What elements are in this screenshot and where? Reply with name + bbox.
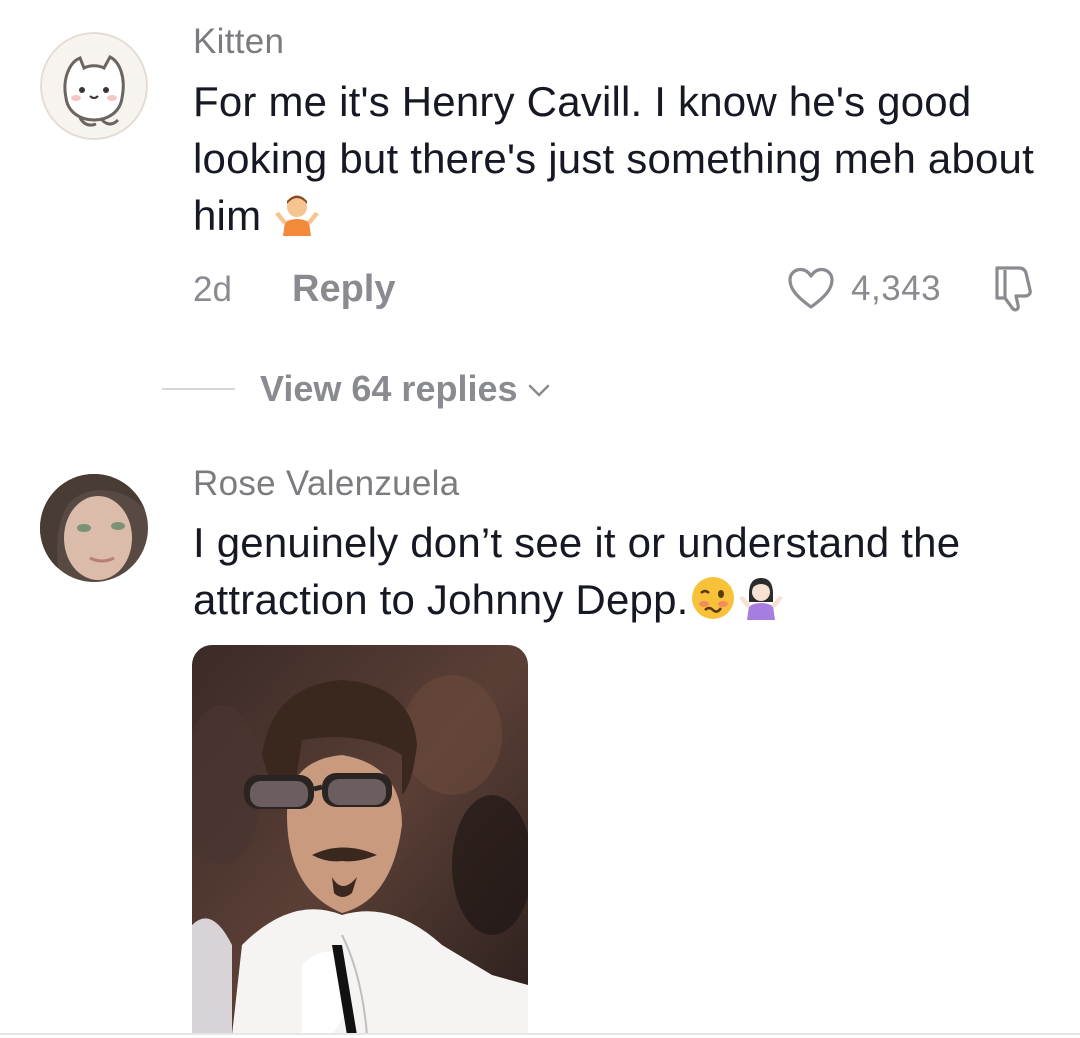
reply-button[interactable]: Reply xyxy=(292,268,395,311)
comment-username[interactable]: Kitten xyxy=(193,22,284,62)
user-photo-avatar-icon xyxy=(40,474,148,582)
comment-photo-attachment[interactable] xyxy=(192,645,528,1035)
dislike-button[interactable] xyxy=(988,262,1036,319)
thumbs-down-icon xyxy=(995,266,1032,312)
avatar-rose-valenzuela[interactable] xyxy=(40,474,148,582)
comment-actions: 2d Reply 4,343 xyxy=(193,266,1048,312)
photo-man-in-sunglasses-icon xyxy=(192,645,528,1035)
view-replies-toggle[interactable]: View 64 replies xyxy=(162,366,550,412)
comment-time: 2d xyxy=(193,270,232,309)
person-shrugging-emoji xyxy=(273,190,321,238)
comment-body: I genuinely don’t see it or understand t… xyxy=(193,519,961,623)
avatar-kitten[interactable] xyxy=(40,32,148,140)
comment-username[interactable]: Rose Valenzuela xyxy=(193,464,460,504)
comment-text: For me it's Henry Cavill. I know he's go… xyxy=(193,73,1053,244)
bottom-divider xyxy=(0,1033,1080,1035)
view-replies-label: View 64 replies xyxy=(260,368,518,409)
chevron-down-icon xyxy=(528,384,549,397)
heart-icon xyxy=(788,267,834,309)
like-count: 4,343 xyxy=(851,269,942,308)
cat-avatar-icon xyxy=(40,32,148,140)
woozy-face-emoji xyxy=(689,574,737,622)
like-button[interactable]: 4,343 xyxy=(787,266,941,312)
comment-text: I genuinely don’t see it or understand t… xyxy=(193,514,1053,628)
woman-shrugging-emoji xyxy=(737,574,785,622)
replies-divider xyxy=(162,388,235,390)
